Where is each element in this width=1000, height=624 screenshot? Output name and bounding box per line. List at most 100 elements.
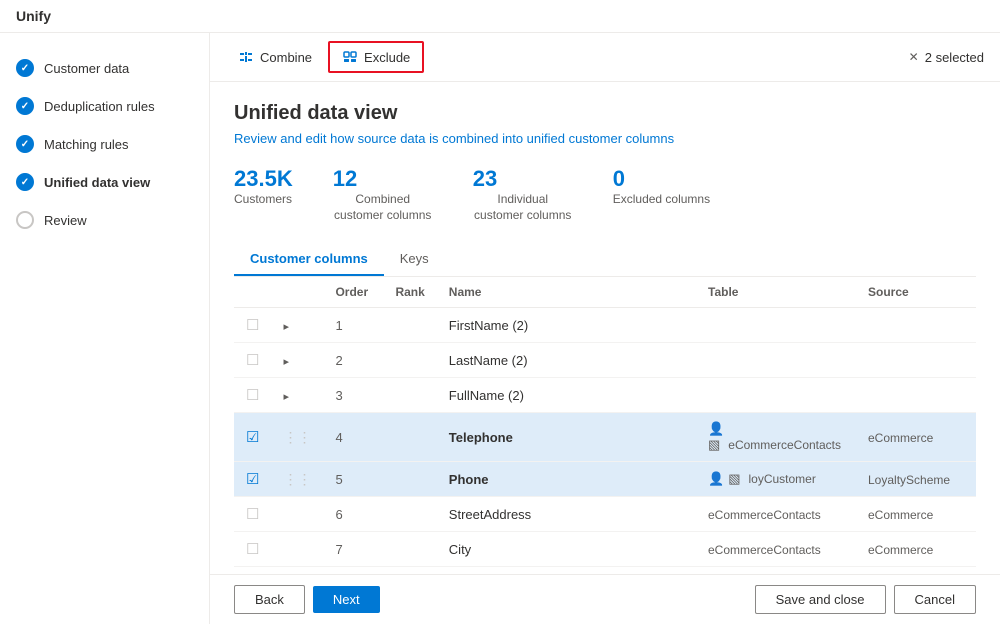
row-name-cell: Telephone [437,413,696,462]
row-unchecked-icon[interactable]: ☐ [246,541,259,558]
row-checkbox-cell: ☐ [234,378,271,413]
drag-handle-icon[interactable]: ⋮⋮ [283,471,311,487]
stat-excluded-label: Excluded columns [613,192,710,208]
row-checked-icon[interactable]: ☑ [246,429,259,446]
table-row: ☑⋮⋮5Phone👤▧loyCustomerLoyaltyScheme [234,462,976,497]
row-table-text: loyCustomer [748,472,815,486]
stat-combined-columns: 12 Combined customer columns [333,166,433,223]
th-source: Source [856,277,976,308]
stat-individual-value: 23 [473,166,497,192]
row-expand-cell [271,567,323,574]
row-table-text: eCommerceContacts [708,508,821,522]
row-table-cell [696,378,856,413]
table-row: ☐ ▸ 2 LastName (2) [234,343,976,378]
row-expand-cell: ▸ [271,308,323,343]
stat-combined-label: Combined customer columns [333,192,433,223]
sidebar-label-matching-rules: Matching rules [44,137,129,152]
next-button[interactable]: Next [313,586,380,613]
th-checkbox [234,277,271,308]
table-row: ☐ ▸ 3 FullName (2) [234,378,976,413]
table-header-row: Order Rank Name Table Source [234,277,976,308]
row-source-cell [856,378,976,413]
row-unchecked-icon[interactable]: ☐ [246,317,259,334]
sidebar-item-review[interactable]: Review [0,201,209,239]
row-unchecked-icon[interactable]: ☐ [246,387,259,404]
sidebar-status-matching-rules [16,135,34,153]
row-unchecked-icon[interactable]: ☐ [246,506,259,523]
row-table-cell: eCommerceContacts [696,532,856,567]
row-table-cell: 👤▧loyCustomer [696,462,856,497]
row-order-cell: 2 [323,343,383,378]
selected-count-label: 2 selected [925,50,984,65]
stat-customers-label: Customers [234,192,292,208]
tab-keys[interactable]: Keys [384,243,445,276]
toolbar: Combine Exclude ✕ 2 selected [210,33,1000,82]
row-rank-cell [383,413,436,462]
expand-chevron-icon[interactable]: ▸ [283,356,289,368]
stat-individual-columns: 23 Individual customer columns [473,166,573,223]
stat-individual-label: Individual customer columns [473,192,573,223]
combine-button[interactable]: Combine [226,43,324,71]
sidebar-item-matching-rules[interactable]: Matching rules [0,125,209,163]
sidebar-status-customer-data [16,59,34,77]
sidebar: Customer data Deduplication rules Matchi… [0,33,210,624]
combine-label: Combine [260,50,312,65]
row-order-cell: 4 [323,413,383,462]
row-order-cell: 7 [323,532,383,567]
back-button[interactable]: Back [234,585,305,614]
row-table-text: eCommerceContacts [708,543,821,557]
row-name-cell: FullName (2) [437,378,696,413]
row-source-text: eCommerce [868,431,933,445]
row-checkbox-cell: ☐ [234,532,271,567]
close-selected-icon[interactable]: ✕ [909,50,919,64]
row-checkbox-cell: ☐ [234,567,271,574]
row-source-cell: eCommerce [856,497,976,532]
sidebar-item-customer-data[interactable]: Customer data [0,49,209,87]
tab-customer-columns[interactable]: Customer columns [234,243,384,276]
tabs-row: Customer columns Keys [234,243,976,277]
save-close-button[interactable]: Save and close [755,585,886,614]
row-checkbox-cell: ☐ [234,308,271,343]
sidebar-status-deduplication-rules [16,97,34,115]
sidebar-item-deduplication-rules[interactable]: Deduplication rules [0,87,209,125]
scroll-content: Unified data view Review and edit how so… [210,82,1000,574]
row-unchecked-icon[interactable]: ☐ [246,352,259,369]
row-order-cell: 1 [323,308,383,343]
th-table: Table [696,277,856,308]
sidebar-label-review: Review [44,213,87,228]
row-rank-cell [383,497,436,532]
row-name-text: City [449,542,471,557]
table-row: ☐6StreetAddresseCommerceContactseCommerc… [234,497,976,532]
footer: Back Next Save and close Cancel [210,574,1000,624]
row-name-text: StreetAddress [449,507,531,522]
sidebar-item-unified-data-view[interactable]: Unified data view [0,163,209,201]
table-row: ☐8StateeCommerceContactseCommerce [234,567,976,574]
selected-count-container: ✕ 2 selected [909,50,984,65]
row-source-text: eCommerce [868,508,933,522]
th-expand [271,277,323,308]
row-checked-icon[interactable]: ☑ [246,471,259,488]
row-name-cell: LastName (2) [437,343,696,378]
drag-handle-icon[interactable]: ⋮⋮ [283,429,311,445]
stat-combined-value: 12 [333,166,357,192]
expand-chevron-icon[interactable]: ▸ [283,321,289,333]
cancel-button[interactable]: Cancel [894,585,976,614]
row-expand-cell: ⋮⋮ [271,413,323,462]
stat-excluded-columns: 0 Excluded columns [613,166,710,223]
page-heading: Unified data view [234,102,976,125]
sidebar-status-review [16,211,34,229]
row-rank-cell [383,532,436,567]
row-table-cell [696,308,856,343]
stats-row: 23.5K Customers 12 Combined customer col… [234,166,976,223]
row-expand-cell: ▸ [271,343,323,378]
row-name-cell: State [437,567,696,574]
table-row: ☑⋮⋮4Telephone👤▧eCommerceContactseCommerc… [234,413,976,462]
exclude-button[interactable]: Exclude [328,41,424,73]
page-subtitle: Review and edit how source data is combi… [234,131,976,146]
person-icon: 👤 [708,471,724,486]
expand-chevron-icon[interactable]: ▸ [283,391,289,403]
row-order-cell: 3 [323,378,383,413]
row-name-cell: City [437,532,696,567]
row-expand-cell: ▸ [271,378,323,413]
person-icon: 👤 [708,421,724,436]
